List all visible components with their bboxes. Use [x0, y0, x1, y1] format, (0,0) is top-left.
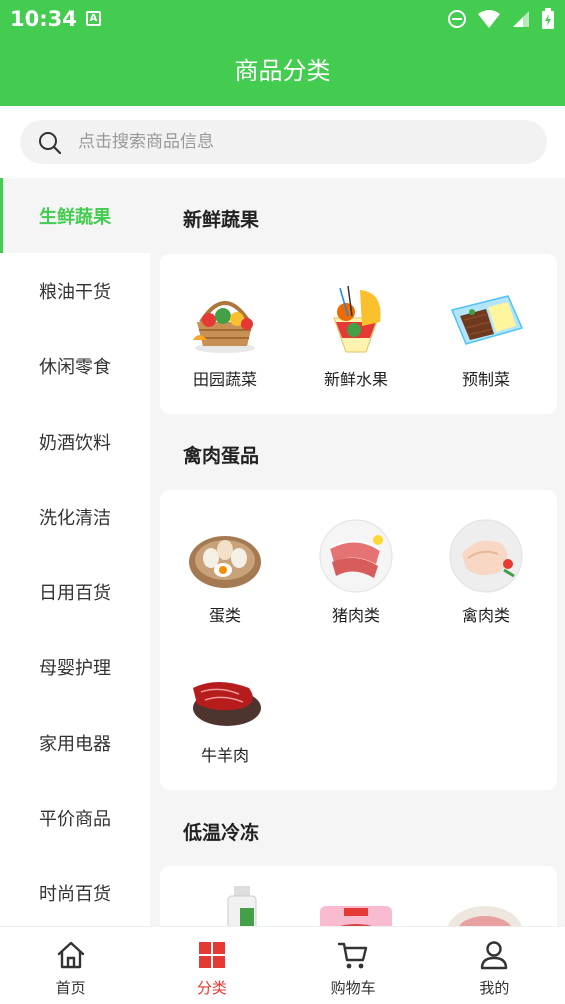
page-title: 商品分类: [234, 57, 331, 85]
grid-icon: [198, 942, 225, 968]
sidebar-item-label: 粮油干货: [39, 281, 111, 303]
subcategory-label: 蛋类: [208, 606, 241, 625]
sidebar-item-grain-oil[interactable]: 粮油干货: [0, 253, 150, 328]
battery-icon: [542, 8, 554, 29]
eggs-image: [189, 536, 261, 588]
sidebar-item-label: 奶酒饮料: [39, 432, 111, 454]
bottle-product-image: [227, 886, 257, 926]
tab-home[interactable]: 首页: [0, 927, 141, 1004]
status-bar: 10:34 A: [0, 0, 565, 38]
sidebar-item-fashion-goods[interactable]: 时尚百货: [0, 856, 150, 926]
bottom-tab-bar: 首页 分类 购物车 我的: [0, 926, 565, 1004]
subcategory-item-eggs[interactable]: 蛋类: [165, 490, 285, 640]
sidebar-item-label: 时尚百货: [39, 884, 111, 906]
poultry-image: [449, 519, 523, 593]
tab-profile[interactable]: 我的: [424, 927, 565, 1004]
home-icon: [57, 941, 84, 969]
beef-image: [193, 682, 261, 726]
subcategory-item-fruits[interactable]: 新鲜水果: [296, 254, 416, 414]
sidebar-item-appliances[interactable]: 家用电器: [0, 705, 150, 780]
packaged-meat-image: [320, 906, 392, 926]
sidebar-item-fresh-produce[interactable]: 生鲜蔬果: [0, 178, 150, 254]
search-bar: [0, 106, 565, 178]
subcategory-item-pork[interactable]: 猪肉类: [296, 490, 416, 640]
status-time: 10:34: [10, 7, 77, 31]
subcategory-label: 新鲜水果: [323, 370, 388, 389]
system-icons: [447, 8, 555, 30]
sidebar-item-label: 家用电器: [39, 733, 111, 755]
subcategory-label: 预制菜: [461, 370, 510, 389]
signal-icon: [513, 11, 529, 27]
frozen-meat-image: [448, 906, 522, 926]
vegetable-basket-image: [193, 301, 255, 353]
sidebar-item-label: 日用百货: [39, 583, 111, 605]
wifi-icon: [478, 10, 500, 28]
tab-label: 购物车: [330, 979, 376, 997]
notification-icon: A: [86, 11, 101, 26]
subcategory-item-prepared-dishes[interactable]: 预制菜: [426, 254, 546, 414]
pork-image: [319, 519, 393, 593]
tab-label: 首页: [55, 979, 86, 997]
sidebar-item-cleaning[interactable]: 洗化清洁: [0, 479, 150, 554]
fruit-cup-image: [333, 285, 381, 353]
category-sidebar: 生鲜蔬果 粮油干货 休闲零食 奶酒饮料 洗化清洁 日用百货 母婴护理 家用电器 …: [0, 178, 150, 926]
subcategory-label: 牛羊肉: [200, 746, 249, 765]
tab-category[interactable]: 分类: [141, 927, 282, 1004]
subcategory-label: 田园蔬菜: [192, 370, 257, 389]
prepared-dish-image: [450, 295, 524, 345]
app-header: 商品分类: [0, 38, 565, 106]
sidebar-item-label: 母婴护理: [39, 658, 111, 680]
search-input[interactable]: [78, 120, 528, 164]
subcategory-item-beef-mutton[interactable]: 牛羊肉: [165, 630, 285, 780]
subcategory-label: 猪肉类: [331, 606, 380, 625]
sidebar-item-daily-goods[interactable]: 日用百货: [0, 554, 150, 629]
do-not-disturb-icon: [448, 10, 466, 28]
search-icon: [39, 132, 62, 155]
tab-label: 我的: [479, 979, 510, 997]
sidebar-item-budget-goods[interactable]: 平价商品: [0, 780, 150, 855]
category-content: 新鲜蔬果 田园蔬菜 新鲜水果 预制菜 禽肉蛋品 蛋类 猪肉类 禽肉类 牛羊肉 低…: [150, 178, 565, 926]
tab-cart[interactable]: 购物车: [283, 927, 424, 1004]
sidebar-item-label: 平价商品: [39, 809, 111, 831]
subcategory-card: 田园蔬菜 新鲜水果 预制菜: [160, 254, 557, 414]
subcategory-item-poultry[interactable]: 禽肉类: [426, 490, 546, 640]
sidebar-item-label: 生鲜蔬果: [39, 206, 111, 228]
subcategory-label: 禽肉类: [461, 606, 510, 625]
search-box[interactable]: [20, 120, 547, 164]
sidebar-item-drinks[interactable]: 奶酒饮料: [0, 404, 150, 479]
section-title: 新鲜蔬果: [183, 209, 260, 231]
subcategory-item-vegetables[interactable]: 田园蔬菜: [165, 254, 285, 414]
subcategory-card: 蛋类 猪肉类 禽肉类 牛羊肉: [160, 490, 557, 790]
subcategory-card: [160, 866, 557, 926]
tab-label: 分类: [196, 979, 227, 997]
section-title: 低温冷冻: [183, 822, 260, 844]
user-icon: [481, 941, 508, 970]
sidebar-item-baby-care[interactable]: 母婴护理: [0, 630, 150, 705]
sidebar-item-label: 洗化清洁: [39, 507, 111, 529]
section-title: 禽肉蛋品: [183, 445, 260, 467]
sidebar-item-snacks[interactable]: 休闲零食: [0, 329, 150, 404]
cart-icon: [337, 942, 368, 969]
sidebar-item-label: 休闲零食: [39, 357, 111, 379]
